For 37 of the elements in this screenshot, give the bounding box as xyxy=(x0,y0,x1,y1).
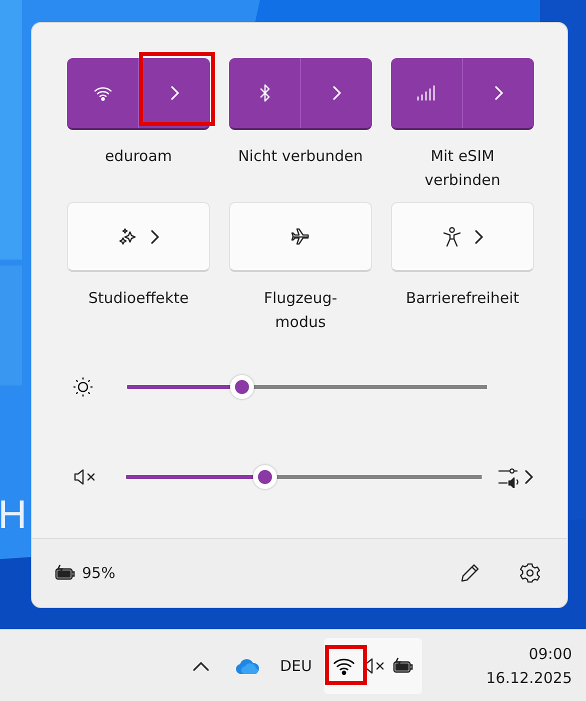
pencil-icon xyxy=(459,562,481,584)
clock-time: 09:00 xyxy=(528,644,572,664)
tile-label: Nicht verbunden xyxy=(237,146,364,167)
slider-thumb[interactable] xyxy=(230,375,254,399)
tile-label: eduroam xyxy=(104,146,174,167)
toggle-tile[interactable] xyxy=(229,202,372,272)
chevron-right-icon xyxy=(170,85,180,101)
language-indicator[interactable]: DEU xyxy=(280,656,312,674)
battery-icon xyxy=(392,656,414,674)
sparkles-icon xyxy=(118,226,138,246)
settings-icon xyxy=(519,562,541,584)
chevron-up-icon xyxy=(192,660,210,672)
desktop-text: H xyxy=(0,493,27,538)
sound-output-button[interactable] xyxy=(498,466,534,488)
chevron-right-icon xyxy=(150,228,160,244)
clock-date: 16.12.2025 xyxy=(486,668,572,688)
accessibility-icon xyxy=(442,226,462,248)
chevron-right-icon xyxy=(474,228,484,244)
toggle-tile[interactable] xyxy=(67,202,210,272)
airplane-icon xyxy=(290,226,312,246)
tile-label: Flugzeug- modus xyxy=(262,288,338,333)
bluetooth-icon xyxy=(258,83,270,103)
tile-label: Barrierefreiheit xyxy=(404,288,520,309)
battery-percent: 95% xyxy=(82,564,116,582)
system-tray-button[interactable] xyxy=(324,638,422,694)
brightness-icon xyxy=(73,377,93,397)
slider-thumb[interactable] xyxy=(253,465,278,489)
toggle-tile[interactable] xyxy=(391,202,534,272)
cloud-icon xyxy=(234,656,260,674)
signal-bars-icon xyxy=(416,84,438,102)
battery-icon xyxy=(54,564,76,582)
wifi-icon xyxy=(92,85,112,101)
chevron-right-icon xyxy=(524,469,534,485)
tile-label: Mit eSIM verbinden xyxy=(424,146,502,191)
tile-label: Studioeffekte xyxy=(87,288,190,309)
chevron-right-icon xyxy=(332,85,342,101)
chevron-right-icon xyxy=(494,85,504,101)
